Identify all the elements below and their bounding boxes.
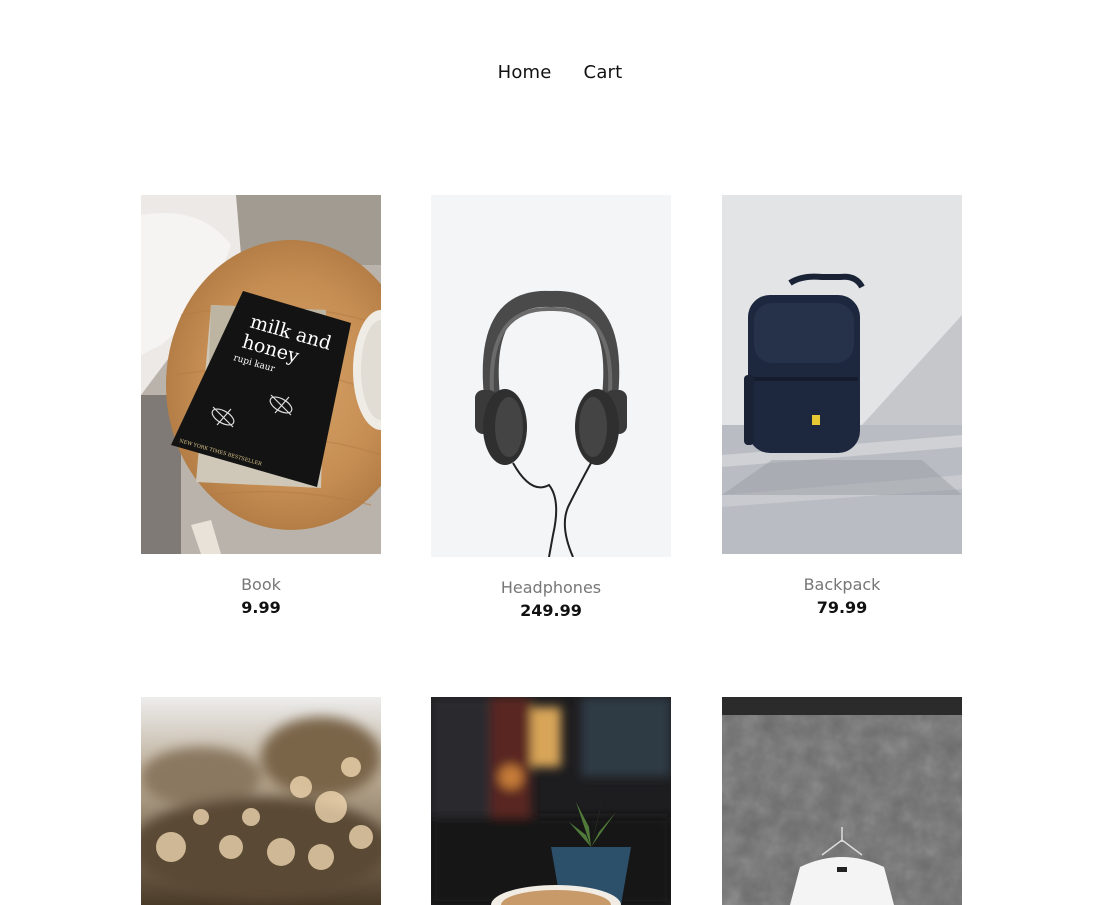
product-price: 9.99 bbox=[241, 598, 281, 617]
product-price: 249.99 bbox=[520, 601, 582, 620]
product-name[interactable]: Backpack bbox=[722, 575, 962, 594]
product-card-bokeh[interactable] bbox=[141, 697, 381, 905]
product-card-coffee[interactable] bbox=[431, 697, 671, 905]
top-nav: Home Cart bbox=[0, 62, 1120, 83]
nav-cart-link[interactable]: Cart bbox=[584, 62, 623, 83]
product-card-tshirt[interactable] bbox=[722, 697, 962, 905]
nav-home-link[interactable]: Home bbox=[498, 62, 552, 83]
product-name[interactable]: Book bbox=[141, 575, 381, 594]
product-image-headphones[interactable] bbox=[431, 195, 671, 557]
product-image-book[interactable]: milk and honey rupi kaur NEW YORK TIMES … bbox=[141, 195, 381, 554]
product-image-tshirt[interactable] bbox=[722, 697, 962, 905]
product-image-coffee[interactable] bbox=[431, 697, 671, 905]
product-card-book[interactable]: milk and honey rupi kaur NEW YORK TIMES … bbox=[141, 195, 381, 617]
product-image-backpack[interactable] bbox=[722, 195, 962, 554]
product-price: 79.99 bbox=[816, 598, 868, 617]
product-name[interactable]: Headphones bbox=[431, 578, 671, 597]
product-image-bokeh[interactable] bbox=[141, 697, 381, 905]
product-card-backpack[interactable]: Backpack 79.99 bbox=[722, 195, 962, 617]
product-card-headphones[interactable]: Headphones 249.99 bbox=[431, 195, 671, 620]
